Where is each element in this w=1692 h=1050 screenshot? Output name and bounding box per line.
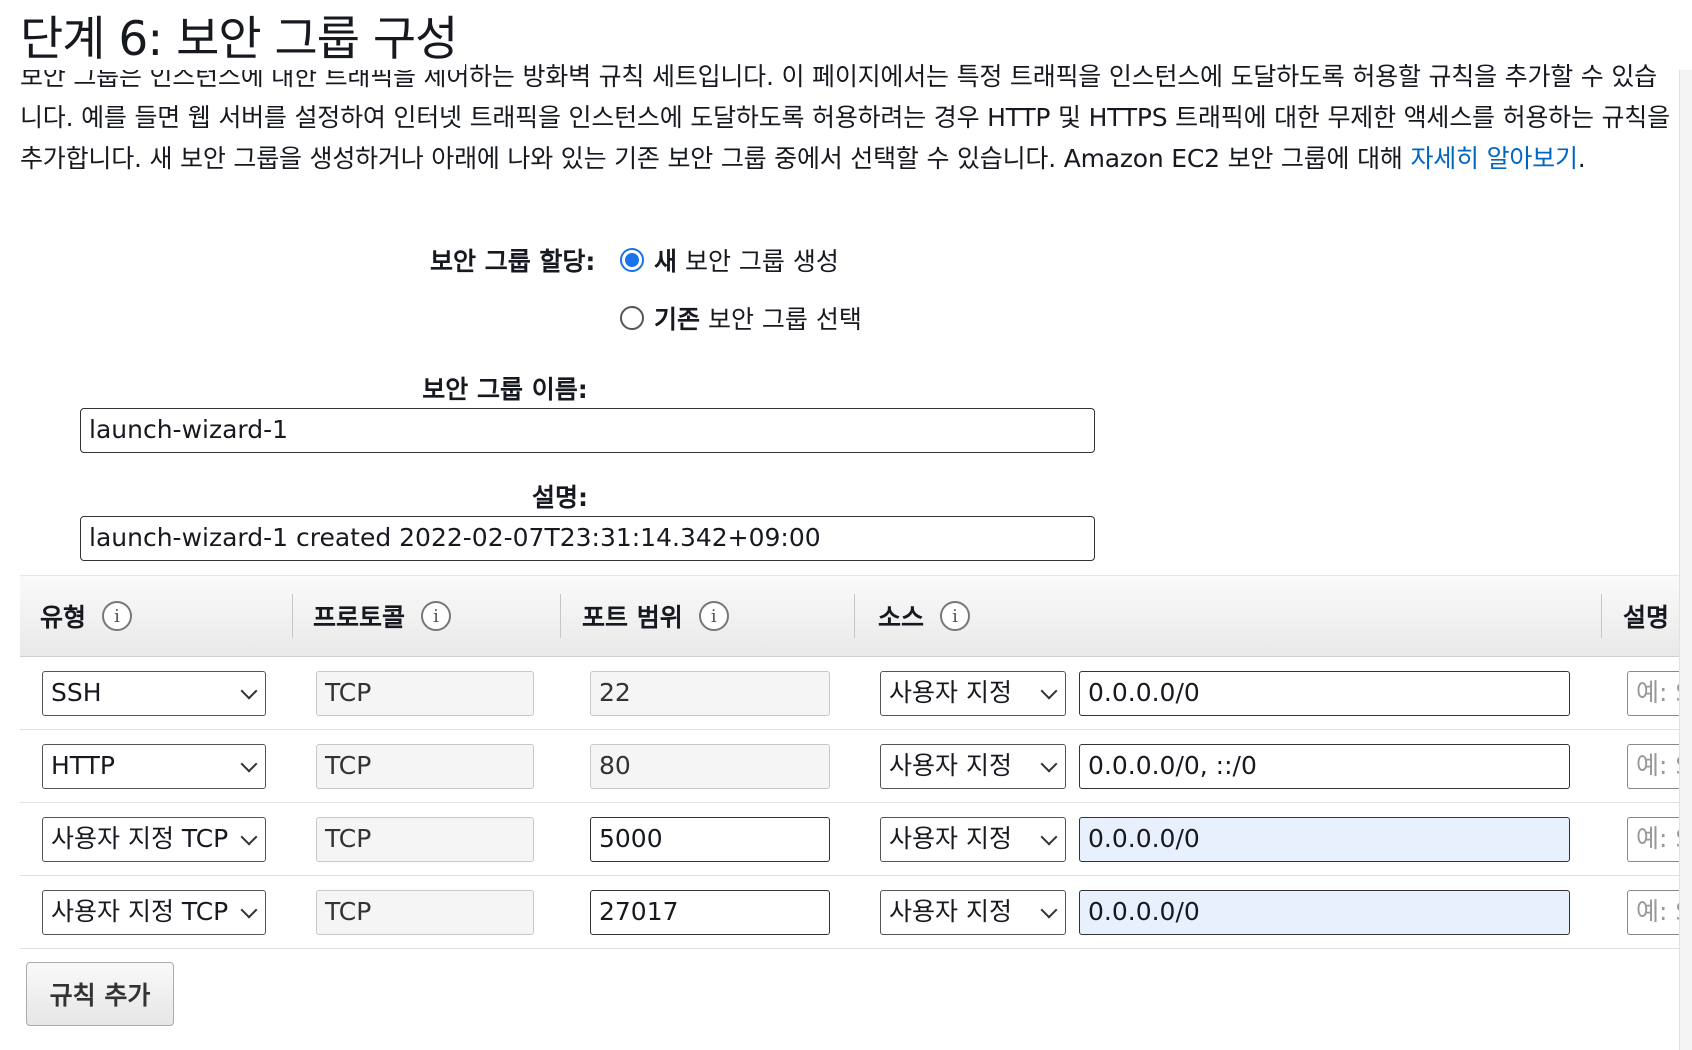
page-title: 단계 6: 보안 그룹 구성: [20, 10, 466, 70]
intro-text: 보안 그룹은 인스턴스에 대한 트래픽을 제어하는 방화벽 규칙 세트입니다. …: [20, 56, 1670, 179]
table-row: 사용자 지정 TCP TCP 5000 사용자 지정 0.0.0.0/0 예: …: [20, 803, 1680, 876]
col-type: 유형 i: [40, 576, 133, 656]
col-source-label: 소스: [878, 603, 925, 632]
table-row: 사용자 지정 TCP TCP 27017 사용자 지정 0.0.0.0/0 예:…: [20, 876, 1680, 949]
description-label: 설명:: [532, 483, 588, 512]
protocol-field: TCP: [316, 671, 534, 716]
col-protocol: 프로토콜 i: [313, 576, 452, 656]
protocol-field: TCP: [316, 890, 534, 935]
rule-description-input[interactable]: 예: S: [1627, 744, 1680, 789]
source-cidr-input[interactable]: 0.0.0.0/0, ::/0: [1079, 744, 1570, 789]
radio-new-label: 새 보안 그룹 생성: [654, 242, 839, 278]
assign-label: 보안 그룹 할당:: [430, 247, 596, 276]
col-description: 설명: [1623, 576, 1669, 656]
radio-button-new[interactable]: [620, 248, 644, 272]
source-type-select[interactable]: 사용자 지정: [880, 817, 1066, 862]
add-rule-button[interactable]: 규칙 추가: [26, 962, 174, 1026]
main-content: 단계 6: 보안 그룹 구성 보안 그룹은 인스턴스에 대한 트래픽을 제어하는…: [0, 0, 1680, 1050]
info-icon[interactable]: i: [698, 601, 729, 631]
col-protocol-label: 프로토콜: [313, 603, 406, 632]
vertical-scrollbar[interactable]: [1679, 70, 1692, 1050]
protocol-field: TCP: [316, 817, 534, 862]
col-port-range: 포트 범위 i: [582, 576, 729, 656]
radio-new-rest: 보안 그룹 생성: [677, 247, 839, 276]
radio-existing-label: 기존 보안 그룹 선택: [654, 300, 862, 336]
group-name-input[interactable]: launch-wizard-1: [80, 408, 1095, 453]
radio-existing-group[interactable]: 기존 보안 그룹 선택: [620, 300, 862, 336]
source-type-select[interactable]: 사용자 지정: [880, 890, 1066, 935]
type-select[interactable]: 사용자 지정 TCP: [42, 890, 266, 935]
info-icon[interactable]: i: [421, 601, 452, 631]
rules-header: 유형 i 프로토콜 i 포트 범위 i 소스 i 설명: [20, 575, 1680, 657]
source-cidr-input[interactable]: 0.0.0.0/0: [1079, 671, 1570, 716]
column-divider: [1601, 594, 1602, 638]
column-divider: [292, 594, 293, 638]
source-type-select[interactable]: 사용자 지정: [880, 744, 1066, 789]
table-row: SSH TCP 22 사용자 지정 0.0.0.0/0 예: S: [20, 657, 1680, 730]
radio-existing-bold: 기존: [654, 305, 701, 334]
type-select[interactable]: SSH: [42, 671, 266, 716]
learn-more-link[interactable]: 자세히 알아보기: [1410, 144, 1578, 173]
port-range-input[interactable]: 5000: [590, 817, 830, 862]
type-select[interactable]: 사용자 지정 TCP: [42, 817, 266, 862]
column-divider: [854, 594, 855, 638]
rule-description-input[interactable]: 예: S: [1627, 671, 1680, 716]
radio-existing-rest: 보안 그룹 선택: [700, 305, 862, 334]
col-source: 소스 i: [878, 576, 971, 656]
source-type-select[interactable]: 사용자 지정: [880, 671, 1066, 716]
source-cidr-input[interactable]: 0.0.0.0/0: [1079, 890, 1570, 935]
radio-new-bold: 새: [654, 247, 678, 276]
rule-description-input[interactable]: 예: S: [1627, 817, 1680, 862]
radio-button-existing[interactable]: [620, 306, 644, 330]
protocol-field: TCP: [316, 744, 534, 789]
source-cidr-input[interactable]: 0.0.0.0/0: [1079, 817, 1570, 862]
col-port-range-label: 포트 범위: [582, 603, 683, 632]
column-divider: [560, 594, 561, 638]
type-select[interactable]: HTTP: [42, 744, 266, 789]
col-type-label: 유형: [40, 603, 87, 632]
radio-new-group[interactable]: 새 보안 그룹 생성: [620, 242, 839, 278]
info-icon[interactable]: i: [102, 601, 133, 631]
description-input[interactable]: launch-wizard-1 created 2022-02-07T23:31…: [80, 516, 1095, 561]
info-icon[interactable]: i: [940, 601, 971, 631]
rule-description-input[interactable]: 예: S: [1627, 890, 1680, 935]
port-range-field: 80: [590, 744, 830, 789]
port-range-field: 22: [590, 671, 830, 716]
col-description-label: 설명: [1623, 603, 1670, 632]
intro-period: .: [1577, 144, 1586, 173]
group-name-label: 보안 그룹 이름:: [422, 375, 588, 404]
port-range-input[interactable]: 27017: [590, 890, 830, 935]
table-row: HTTP TCP 80 사용자 지정 0.0.0.0/0, ::/0 예: S: [20, 730, 1680, 803]
rules-table: 유형 i 프로토콜 i 포트 범위 i 소스 i 설명 SSH TCP 22 사…: [20, 575, 1680, 949]
